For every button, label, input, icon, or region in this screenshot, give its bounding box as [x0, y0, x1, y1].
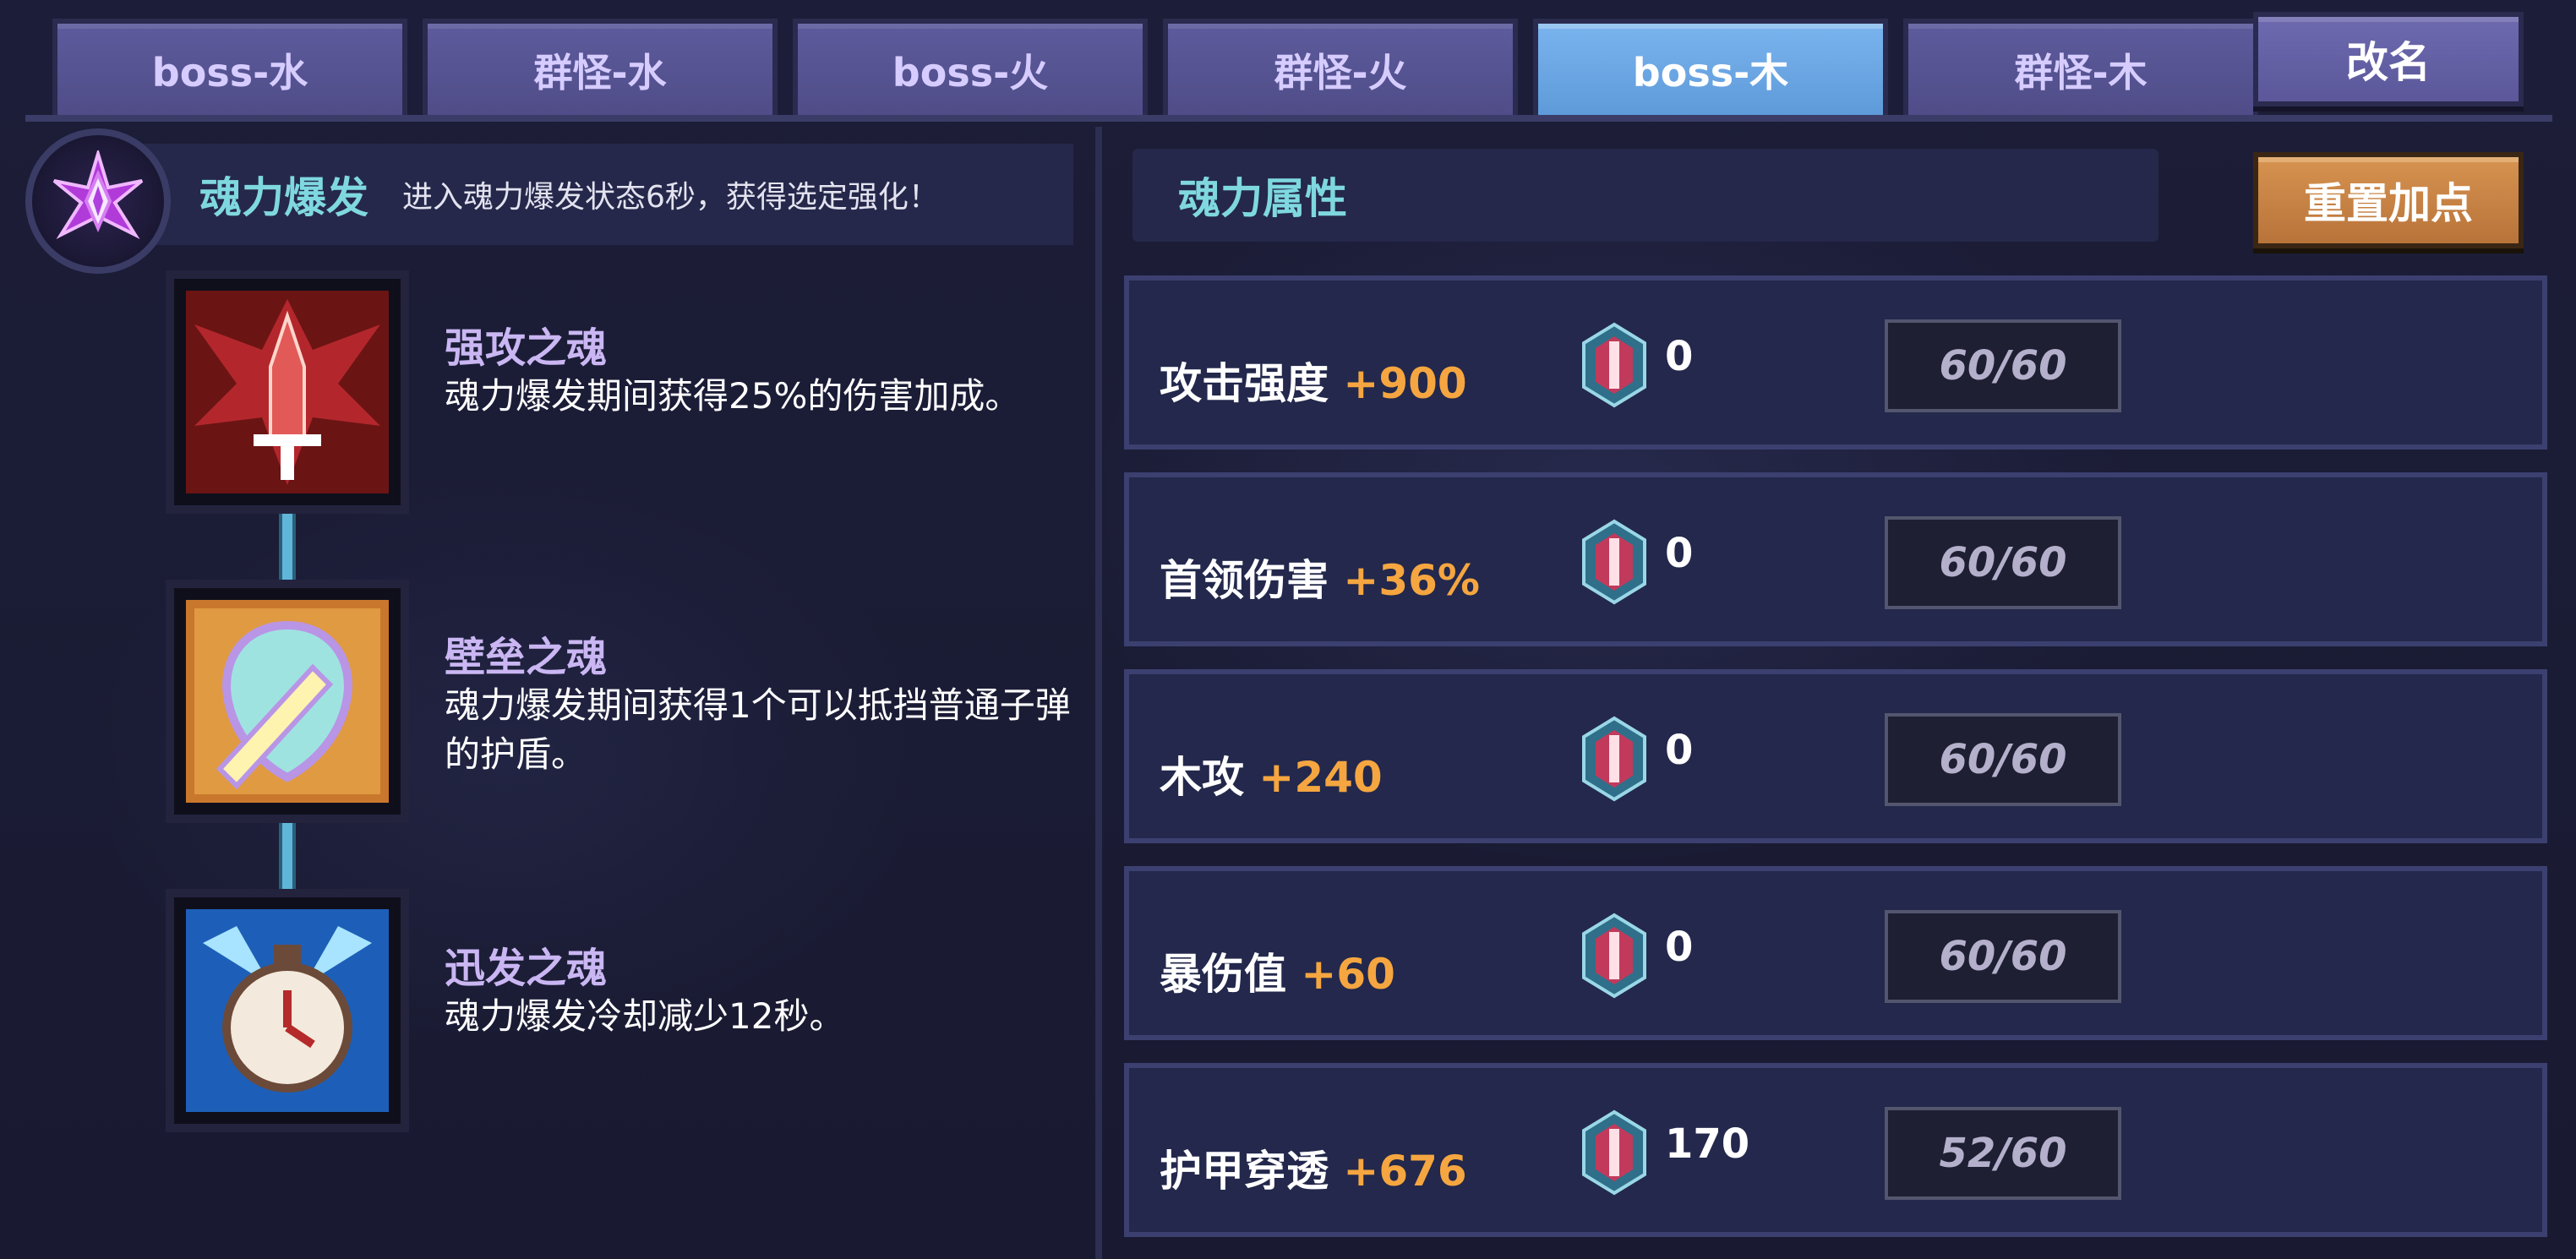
skill-name: 迅发之魂	[445, 945, 608, 992]
gem-count: 170	[1665, 1120, 1750, 1168]
soul-gem-icon	[1582, 913, 1646, 999]
tab-label: 群怪-火	[1274, 50, 1407, 95]
tab-label: boss-火	[892, 50, 1049, 95]
clock-spirit-icon[interactable]	[166, 889, 409, 1132]
attribute-name: 暴伤值	[1160, 950, 1286, 999]
skill-description: 魂力爆发期间获得1个可以抵挡普通子弹的护盾。	[445, 684, 1071, 775]
skill-name: 强攻之魂	[445, 324, 608, 372]
tab-label: 群怪-水	[533, 50, 667, 95]
burst-description: 进入魂力爆发状态6秒，获得选定强化！	[402, 180, 939, 215]
tab-underline	[25, 115, 2552, 122]
attribute-row: 木攻 +240 0 60/60	[1124, 669, 2547, 843]
soul-gem-icon	[1582, 1109, 1646, 1196]
red-sword-spirit-icon[interactable]	[166, 270, 409, 514]
attribute-label: 首领伤害 +36%	[1160, 547, 1480, 608]
reset-label: 重置加点	[2304, 179, 2473, 228]
tab-boss-water[interactable]: boss-水	[52, 19, 407, 117]
attribute-row: 护甲穿透 +676 170 52/60	[1124, 1063, 2547, 1237]
attribute-bonus: +240	[1258, 753, 1383, 802]
soul-gem-icon	[1582, 322, 1646, 408]
reset-points-button[interactable]: 重置加点	[2253, 152, 2524, 248]
attributes-title: 魂力属性	[1178, 174, 1347, 223]
burst-title: 魂力爆发	[199, 173, 368, 222]
attribute-level[interactable]: 60/60	[1885, 319, 2121, 412]
column-divider	[1095, 127, 1102, 1259]
attribute-level[interactable]: 60/60	[1885, 516, 2121, 609]
attribute-name: 攻击强度	[1160, 359, 1329, 408]
attribute-label: 攻击强度 +900	[1160, 350, 1467, 411]
crystal-star-icon	[25, 128, 171, 274]
tab-label: boss-木	[1632, 50, 1789, 95]
rename-label: 改名	[2346, 38, 2431, 87]
tab-label: boss-水	[151, 50, 308, 95]
attribute-row: 攻击强度 +900 0 60/60	[1124, 275, 2547, 450]
soul-gem-icon	[1582, 519, 1646, 605]
attribute-bonus: +36%	[1343, 556, 1480, 605]
gem-count: 0	[1665, 333, 1694, 380]
skill-connector	[279, 507, 296, 591]
tab-boss-wood[interactable]: boss-木	[1533, 19, 1888, 117]
attributes-header: 魂力属性	[1132, 149, 2158, 242]
skill-name: 壁垒之魂	[445, 634, 608, 681]
attribute-level[interactable]: 60/60	[1885, 910, 2121, 1003]
attribute-bonus: +676	[1343, 1147, 1467, 1196]
attribute-name: 护甲穿透	[1160, 1147, 1329, 1196]
attribute-row: 首领伤害 +36% 0 60/60	[1124, 472, 2547, 646]
attribute-name: 木攻	[1160, 753, 1244, 802]
skill-description: 魂力爆发期间获得25%的伤害加成。	[445, 375, 1021, 417]
attribute-label: 护甲穿透 +676	[1160, 1137, 1467, 1198]
gem-count: 0	[1665, 530, 1694, 577]
tab-mob-wood[interactable]: 群怪-木	[1903, 19, 2258, 117]
soul-gem-icon	[1582, 716, 1646, 802]
attribute-row: 暴伤值 +60 0 60/60	[1124, 866, 2547, 1040]
attribute-level[interactable]: 52/60	[1885, 1107, 2121, 1200]
burst-header: 魂力爆发 进入魂力爆发状态6秒，获得选定强化！	[118, 144, 1073, 245]
skill-description: 魂力爆发冷却减少12秒。	[445, 995, 845, 1037]
shield-spirit-icon[interactable]	[166, 580, 409, 823]
tab-label: 群怪-木	[2014, 50, 2148, 95]
tab-mob-water[interactable]: 群怪-水	[423, 19, 778, 117]
attribute-bonus: +60	[1301, 950, 1395, 999]
tab-boss-fire[interactable]: boss-火	[793, 19, 1148, 117]
gem-count: 0	[1665, 727, 1694, 774]
tab-mob-fire[interactable]: 群怪-火	[1163, 19, 1518, 117]
attribute-name: 首领伤害	[1160, 556, 1329, 605]
attribute-label: 木攻 +240	[1160, 744, 1383, 804]
attribute-bonus: +900	[1343, 359, 1467, 408]
attribute-label: 暴伤值 +60	[1160, 940, 1395, 1001]
rename-button[interactable]: 改名	[2253, 12, 2524, 106]
gem-count: 0	[1665, 924, 1694, 971]
attribute-level[interactable]: 60/60	[1885, 713, 2121, 806]
skill-connector	[279, 816, 296, 901]
